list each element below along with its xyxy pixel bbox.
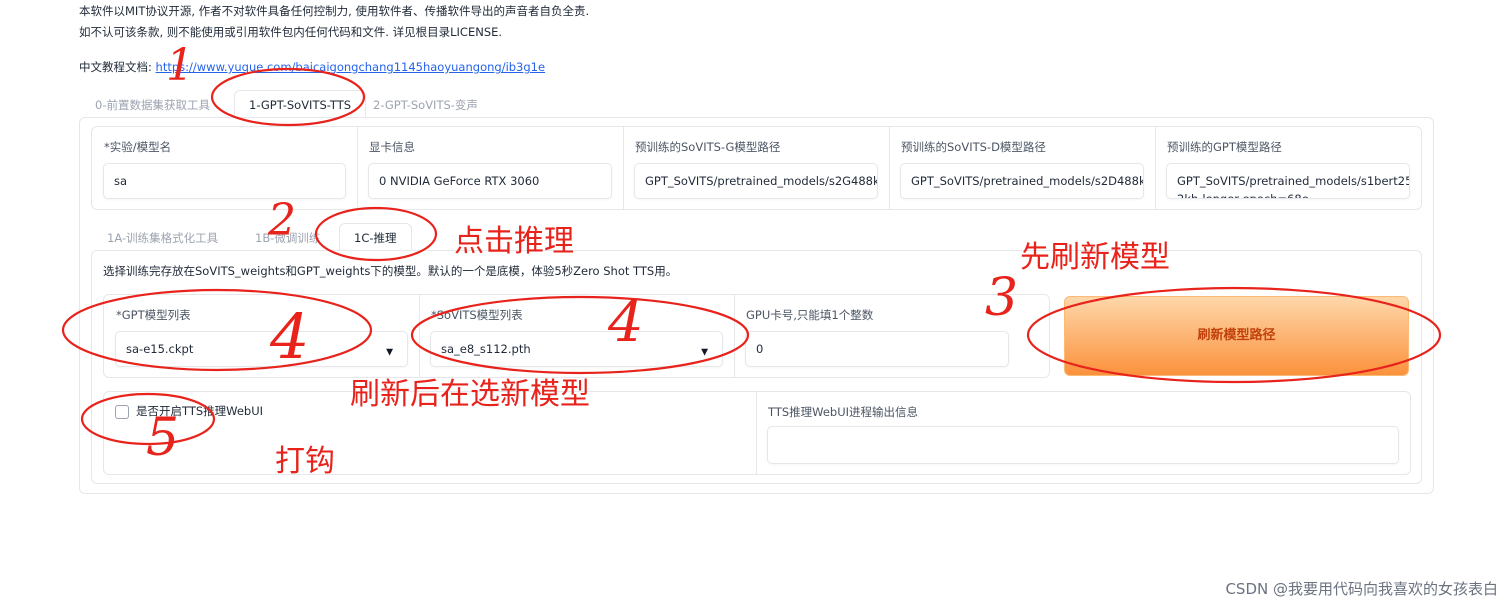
circle-tts-tab: [210, 67, 366, 127]
annotation-select-new-model: 刷新后在选新模型: [350, 377, 590, 412]
circle-refresh-button: [1026, 286, 1442, 384]
annotation-number-3: 3: [985, 268, 1019, 328]
annotation-refresh-first: 先刷新模型: [1020, 240, 1170, 275]
circle-inference-tab: [314, 206, 438, 262]
annotation-click-inference: 点击推理: [454, 224, 574, 259]
annotation-check-it: 打钩: [275, 444, 335, 479]
annotation-number-1: 1: [166, 40, 194, 91]
annotation-overlay: [61, 67, 1442, 446]
annotation-number-2: 2: [268, 195, 296, 246]
annotation-number-4b: 4: [608, 290, 644, 355]
circle-gpt-dropdown: [61, 288, 373, 372]
annotation-number-5: 5: [146, 408, 180, 468]
annotation-number-4a: 4: [270, 300, 310, 373]
csdn-watermark: CSDN @我要用代码向我喜欢的女孩表白: [1225, 580, 1498, 598]
circle-sovits-dropdown: [410, 295, 750, 375]
